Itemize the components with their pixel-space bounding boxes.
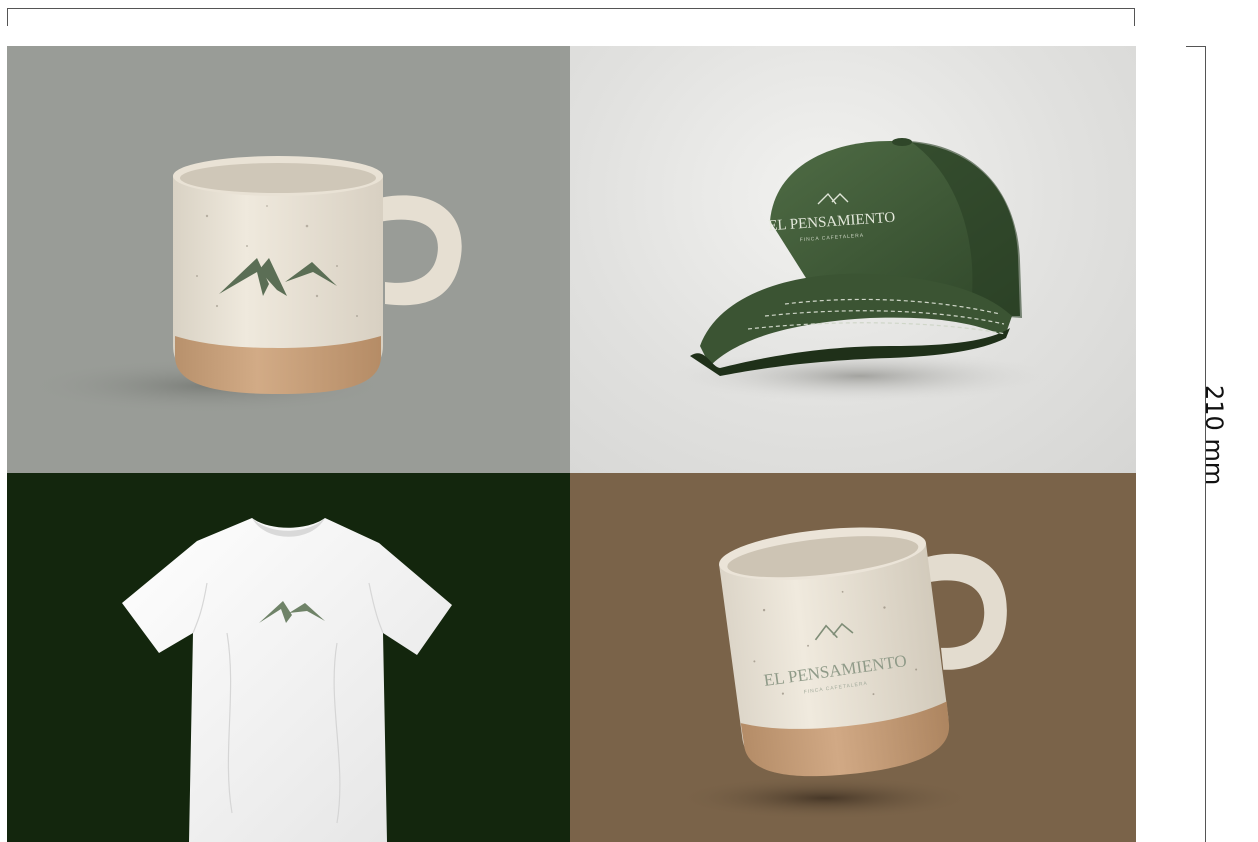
mockup-cap: EL PENSAMIENTO FINCA CAFETALERA xyxy=(570,46,1136,473)
mockup-mug-brand: EL PENSAMIENTO FINCA CAFETALERA xyxy=(570,473,1136,842)
mockup-board: EL PENSAMIENTO FINCA CAFETALERA EL PENSA… xyxy=(7,46,1136,842)
mug-mountain-illustration xyxy=(22,156,462,414)
tshirt-illustration xyxy=(122,518,452,842)
cap-illustration: EL PENSAMIENTO FINCA CAFETALERA xyxy=(670,138,1050,402)
mockup-mug-mountain xyxy=(7,46,570,473)
mockup-tshirt xyxy=(7,473,570,842)
dimension-label: 210 mm xyxy=(1200,385,1228,486)
mug-brand-illustration: EL PENSAMIENTO FINCA CAFETALERA xyxy=(675,527,1007,820)
crop-mark-top xyxy=(7,8,1135,26)
